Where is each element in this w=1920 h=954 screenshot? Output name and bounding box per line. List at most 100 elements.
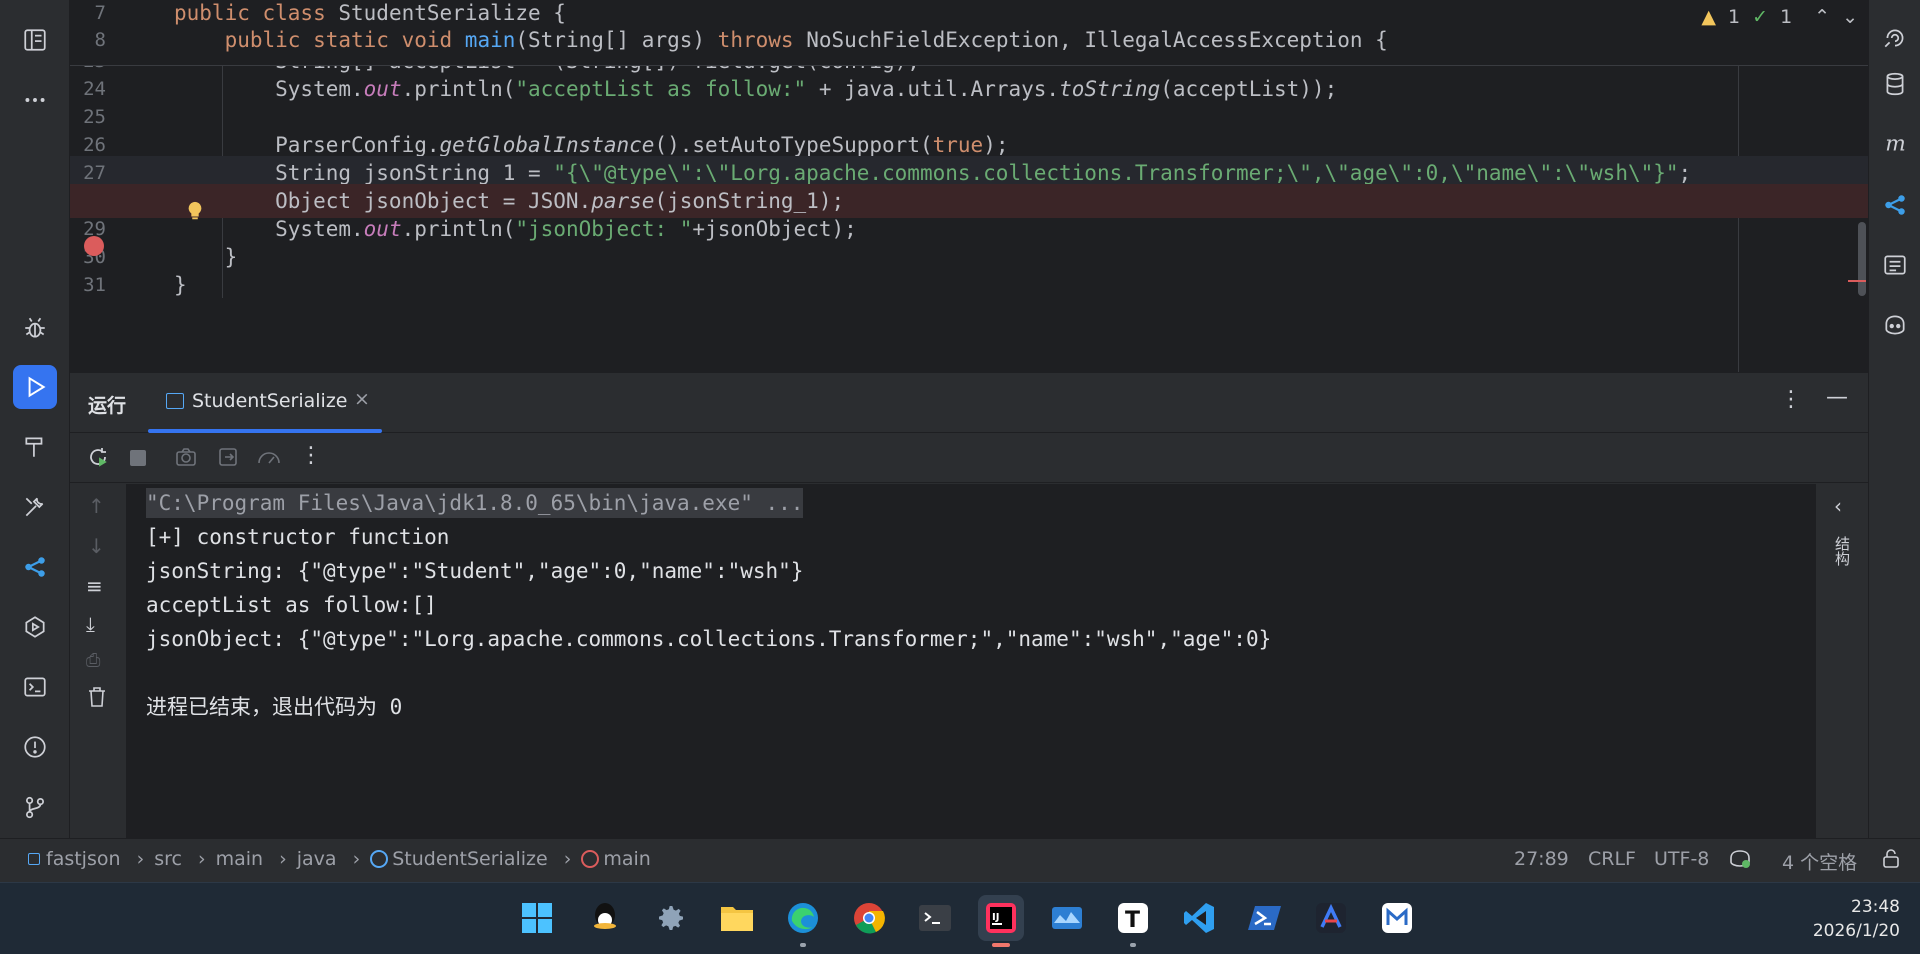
code-token: +jsonObject);: [692, 217, 857, 241]
mail-app-icon[interactable]: [1374, 895, 1420, 941]
close-tab-icon[interactable]: ×: [354, 388, 370, 410]
camera-icon[interactable]: [174, 445, 198, 473]
chrome-icon[interactable]: [846, 895, 892, 941]
console-output[interactable]: "C:\Program Files\Java\jdk1.8.0_65\bin\j…: [126, 484, 1816, 838]
chevron-up-icon[interactable]: ⌃: [1814, 6, 1830, 28]
endpoints-icon[interactable]: [13, 605, 57, 649]
error-stripe-mark[interactable]: [1848, 280, 1866, 282]
svg-text:IJ: IJ: [992, 912, 999, 923]
arc-app-icon[interactable]: [1308, 895, 1354, 941]
soft-wrap-icon[interactable]: ≡: [86, 574, 103, 598]
structure-side-panel: ‹ 结构: [1816, 484, 1868, 838]
debug-icon[interactable]: [13, 306, 57, 350]
scroll-down-icon[interactable]: ↓: [88, 534, 105, 558]
code-token: public static void: [174, 28, 465, 52]
lightbulb-icon[interactable]: [184, 200, 206, 224]
breadcrumb-item[interactable]: fastjson: [46, 848, 121, 870]
console-line: [+] constructor function: [146, 525, 450, 549]
inspection-widget[interactable]: ▲ 1 ✓ 1 ⌃ ⌄: [1701, 6, 1858, 28]
structure-tab[interactable]: 结构: [1832, 536, 1853, 566]
warnings-count: 1: [1728, 6, 1741, 28]
chevron-down-icon[interactable]: ⌄: [1842, 6, 1858, 28]
svg-text:T: T: [1125, 908, 1140, 933]
vscode-icon[interactable]: [1176, 895, 1222, 941]
notifications-icon[interactable]: [1873, 243, 1917, 287]
monitor-app-icon[interactable]: [1044, 895, 1090, 941]
intellij-idea-icon[interactable]: IJ: [978, 895, 1024, 947]
exit-icon[interactable]: [216, 445, 240, 473]
file-explorer-icon[interactable]: [714, 895, 760, 941]
code-token: "{\"@type\":\"Lorg.apache.commons.collec…: [553, 161, 1679, 185]
code-token: );: [983, 133, 1009, 157]
windows-start-icon[interactable]: [514, 895, 560, 941]
services-icon[interactable]: [13, 485, 57, 529]
git-share-icon[interactable]: [13, 545, 57, 589]
panel-options-icon[interactable]: ⋮: [1780, 387, 1802, 412]
breakpoint-icon[interactable]: [84, 236, 104, 256]
breadcrumb-item[interactable]: StudentSerialize: [392, 848, 548, 870]
profiler-icon[interactable]: [256, 445, 282, 473]
typora-icon[interactable]: T: [1110, 895, 1156, 947]
breadcrumb-item[interactable]: java: [297, 848, 337, 870]
powershell-icon[interactable]: [1242, 895, 1288, 941]
code-token: "acceptList as follow:": [515, 77, 807, 101]
clear-all-icon[interactable]: [87, 686, 107, 712]
code-token: }: [174, 273, 187, 297]
project-view-icon[interactable]: [13, 18, 57, 62]
build-icon[interactable]: [13, 425, 57, 469]
class-icon: [370, 850, 389, 868]
problems-icon[interactable]: [13, 725, 57, 769]
code-token: ParserConfig.: [174, 133, 440, 157]
copilot-icon[interactable]: [1873, 303, 1917, 347]
qq-icon[interactable]: [582, 895, 628, 941]
code-editor[interactable]: 7 public class StudentSerialize {8 public…: [70, 0, 1868, 372]
code-token: .println(: [401, 217, 516, 241]
edge-browser-icon[interactable]: [780, 895, 826, 947]
print-icon[interactable]: ⎙: [86, 650, 100, 671]
system-clock[interactable]: 23:48 2026/1/20: [1813, 895, 1900, 943]
console-line: jsonString: {"@type":"Student","age":0,"…: [146, 559, 804, 583]
caret-position[interactable]: 27:89: [1514, 848, 1569, 870]
terminal-icon[interactable]: [13, 665, 57, 709]
version-control-icon[interactable]: [13, 785, 57, 829]
right-tool-strip: m: [1868, 0, 1920, 838]
code-token: .println(: [401, 77, 516, 101]
minimize-panel-icon[interactable]: —: [1826, 385, 1848, 410]
more-tools-icon[interactable]: [13, 78, 57, 122]
more-actions-icon[interactable]: ⋮: [300, 443, 322, 468]
code-line[interactable]: 31}: [70, 268, 1868, 302]
code-line[interactable]: 8 public static void main(String[] args)…: [70, 23, 1868, 57]
breadcrumb-item[interactable]: src: [154, 848, 182, 870]
windows-taskbar: IJ T 23:48 2026/1/20: [0, 882, 1920, 954]
file-encoding[interactable]: UTF-8: [1654, 848, 1709, 870]
stop-icon[interactable]: [130, 450, 146, 466]
code-token: System.: [174, 77, 364, 101]
ai-assistant-icon[interactable]: [1873, 16, 1917, 60]
code-token: NoSuchFieldException, IllegalAccessExcep…: [806, 28, 1388, 52]
svg-text:m: m: [1885, 132, 1906, 156]
line-separator[interactable]: CRLF: [1588, 848, 1636, 870]
editor-scrollbar[interactable]: [1858, 222, 1866, 296]
collapse-chevron-icon[interactable]: ‹: [1834, 494, 1842, 518]
code-token: (String[] args): [515, 28, 718, 52]
code-token: }: [174, 245, 238, 269]
code-token: true: [932, 133, 984, 157]
breadcrumb-item[interactable]: main: [216, 848, 263, 870]
tab-student-serialize[interactable]: StudentSerialize ×: [148, 373, 382, 433]
scroll-up-icon[interactable]: ↑: [88, 494, 105, 518]
share-icon[interactable]: [1873, 183, 1917, 227]
status-bar: fastjson › src › main › java › StudentSerial…: [0, 838, 1920, 882]
scroll-to-end-icon[interactable]: ⤓: [86, 612, 95, 636]
rerun-icon[interactable]: [86, 445, 110, 473]
database-icon[interactable]: [1873, 62, 1917, 106]
lock-icon[interactable]: [1882, 848, 1900, 873]
indent-setting[interactable]: 4 个空格: [1782, 848, 1857, 875]
terminal-app-icon[interactable]: [912, 895, 958, 941]
settings-gear-icon[interactable]: [648, 895, 694, 941]
run-icon[interactable]: [13, 365, 57, 409]
code-token: StudentSerialize {: [338, 1, 566, 25]
breadcrumb-item[interactable]: main: [603, 848, 650, 870]
maven-icon[interactable]: m: [1873, 121, 1917, 165]
line-number: 31: [83, 274, 106, 296]
copilot-status-icon[interactable]: [1728, 848, 1752, 875]
